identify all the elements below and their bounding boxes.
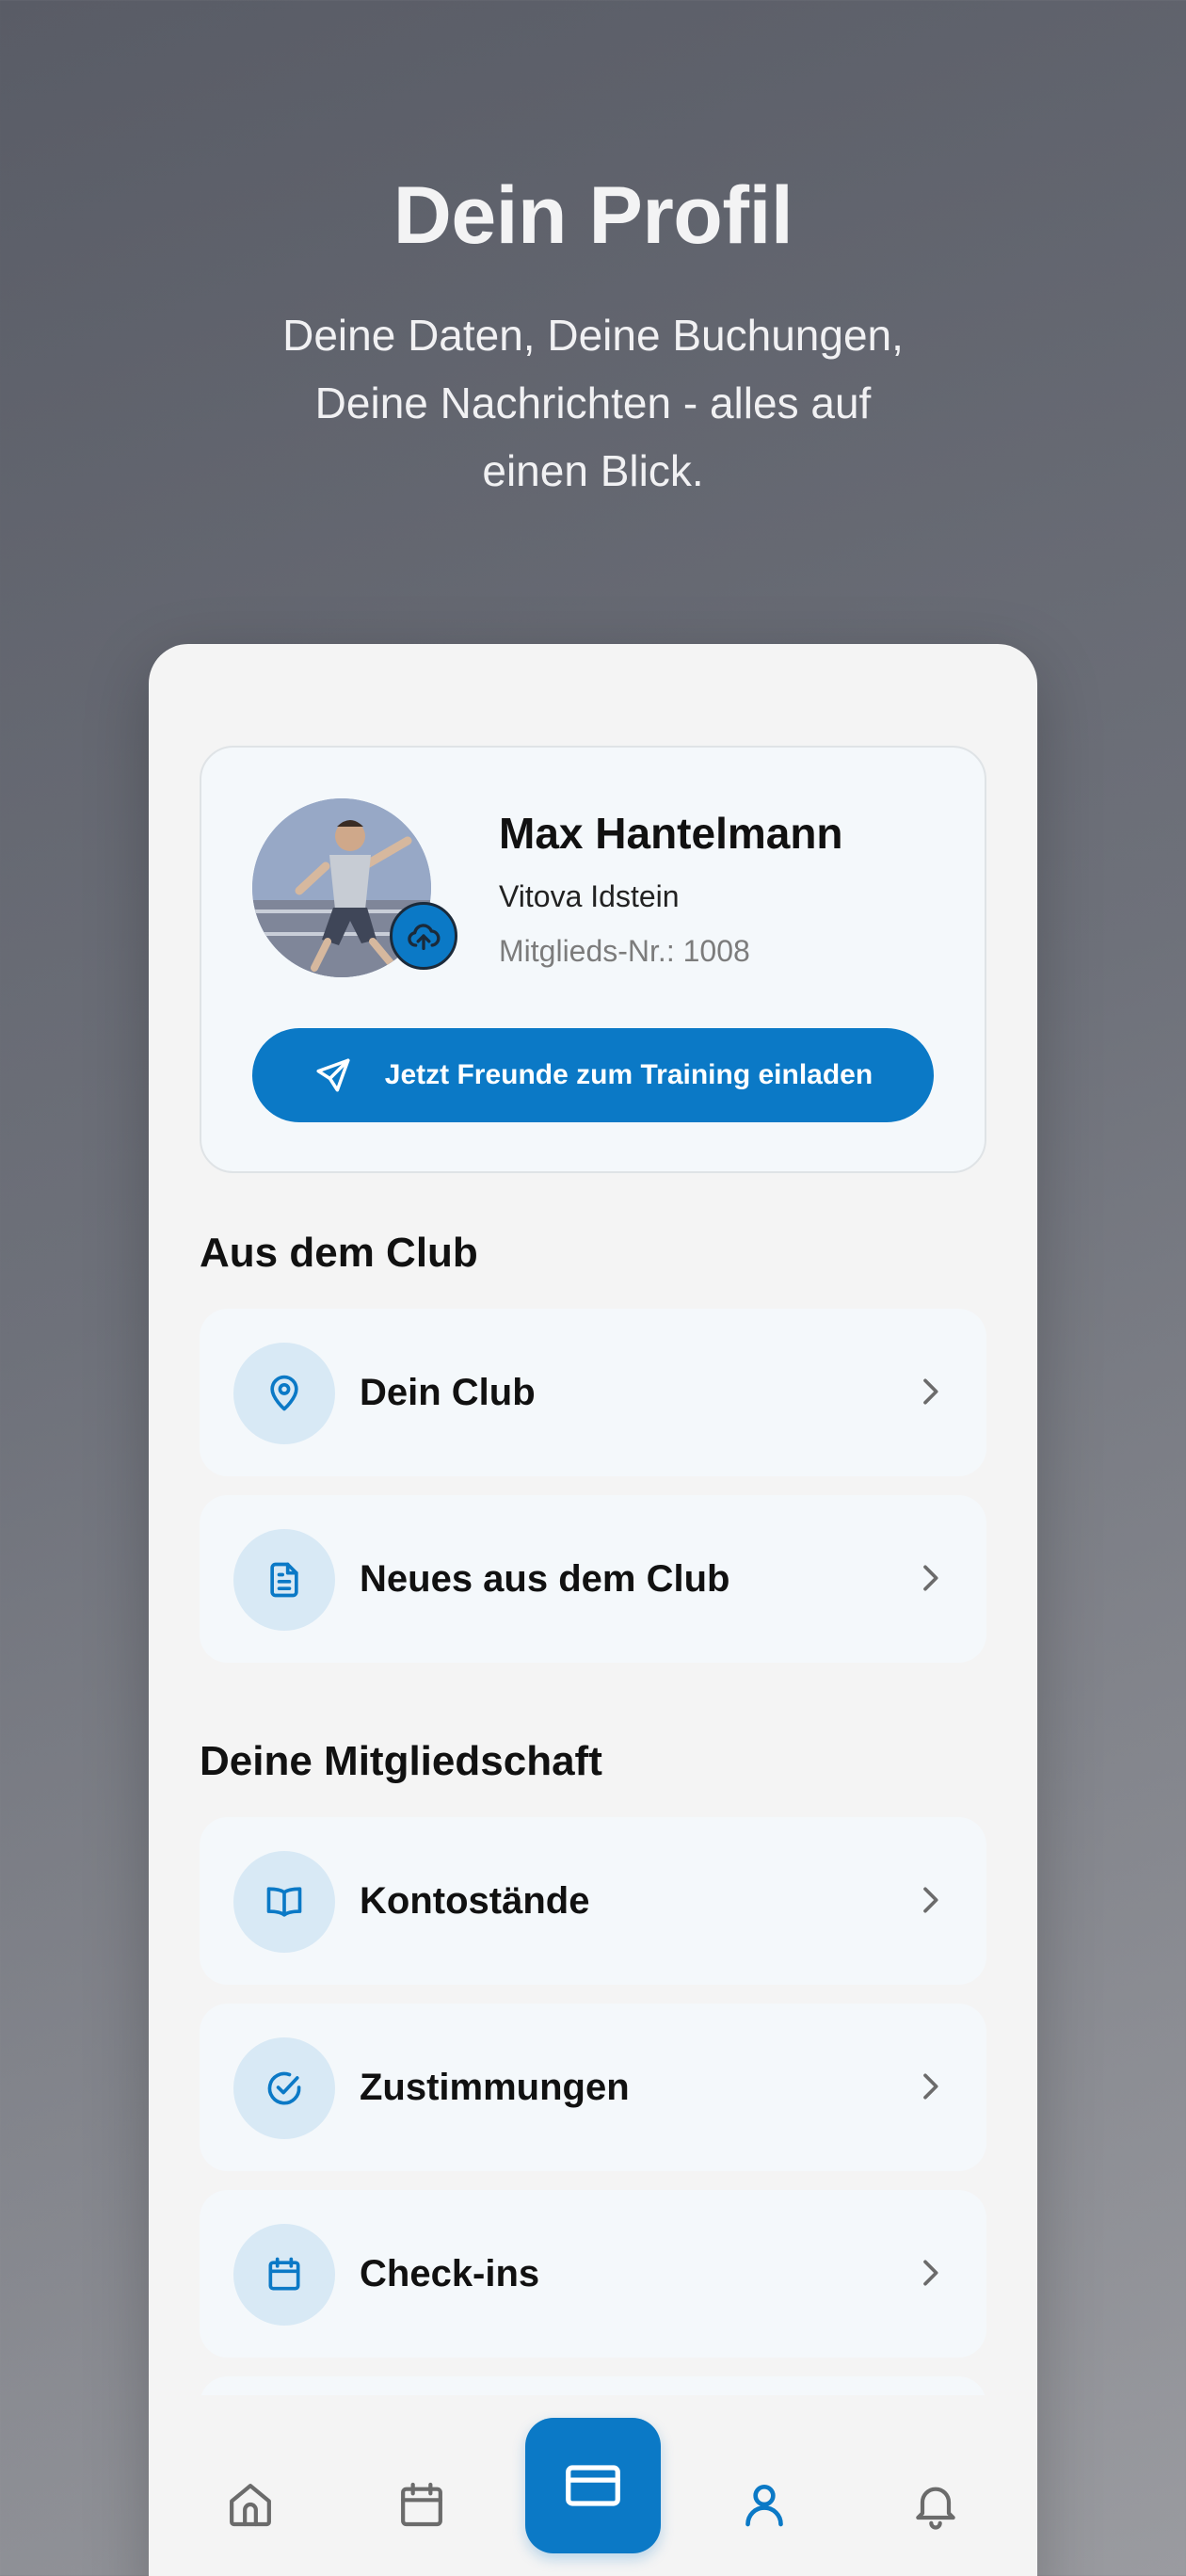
calendar-icon [268,2257,300,2291]
menu-icon-bg [233,2037,335,2139]
profile-name: Max Hantelmann [499,809,843,858]
document-icon [270,1562,298,1598]
page-title: Dein Profil [393,170,793,261]
membership-card-button[interactable] [525,2418,661,2553]
send-icon [316,1058,350,1092]
calendar-icon[interactable] [395,2478,448,2531]
upload-photo-button[interactable] [390,902,457,970]
chevron-right-icon [923,1887,938,1913]
menu-item-label: Dein Club [360,1372,536,1413]
home-icon[interactable] [224,2478,277,2531]
subtitle-line: Deine Nachrichten - alles auf [314,378,872,427]
bottom-navigation [149,2395,1037,2576]
menu-icon-bg [233,1343,335,1444]
subtitle-line: Deine Daten, Deine Buchungen, [282,311,904,360]
chevron-right-icon [923,2260,938,2286]
chevron-right-icon [923,1378,938,1405]
section-title-membership: Deine Mitgliedschaft [200,1738,602,1784]
chevron-right-icon [923,2073,938,2100]
user-icon[interactable] [738,2478,791,2531]
menu-item-zustimmungen[interactable]: Zustimmungen [200,2004,986,2171]
profile-club: Vitova Idstein [499,879,680,913]
profile-card: Max Hantelmann Vitova Idstein Mitglieds-… [200,746,986,1173]
menu-item-label: Kontostände [360,1880,590,1922]
invite-friends-button[interactable]: Jetzt Freunde zum Training einladen [252,1028,934,1122]
menu-item-kontostaende[interactable]: Kontostände [200,1817,986,1985]
menu-item-check-ins[interactable]: Check-ins [200,2190,986,2358]
cloud-upload-icon [408,924,441,950]
member-number: Mitglieds-Nr.: 1008 [499,934,750,968]
menu-item-neues-aus-dem-club[interactable]: Neues aus dem Club [200,1495,986,1663]
map-pin-icon [270,1375,298,1411]
menu-item-dein-club[interactable]: Dein Club [200,1309,986,1476]
page-subtitle: Deine Daten, Deine Buchungen, Deine Nach… [216,301,970,505]
bell-icon[interactable] [909,2478,962,2531]
section-title-club: Aus dem Club [200,1230,478,1276]
book-icon [266,1887,302,1917]
menu-icon-bg [233,1529,335,1631]
menu-item-label: Check-ins [360,2253,540,2294]
card-icon [566,2465,620,2506]
menu-icon-bg [233,1851,335,1953]
menu-item-label: Neues aus dem Club [360,1558,730,1600]
subtitle-line: einen Blick. [482,446,704,495]
menu-icon-bg [233,2224,335,2326]
chevron-right-icon [923,1565,938,1591]
invite-button-label: Jetzt Freunde zum Training einladen [384,1059,873,1090]
menu-item-label: Zustimmungen [360,2067,630,2108]
check-circle-icon [267,2071,301,2105]
phone-screen: Max Hantelmann Vitova Idstein Mitglieds-… [149,644,1037,2576]
